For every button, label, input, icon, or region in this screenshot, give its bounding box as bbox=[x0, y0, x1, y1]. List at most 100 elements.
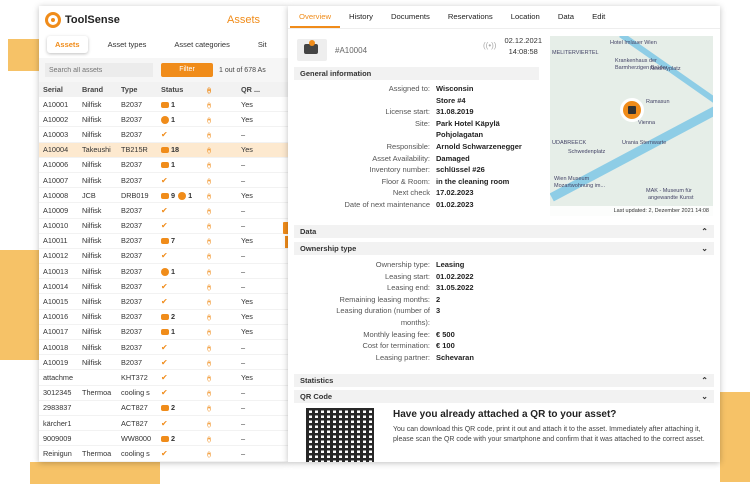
info-label: License start: bbox=[385, 107, 430, 117]
table-row[interactable]: A10007 Nilfisk B2037 ✔ (•) – bbox=[39, 172, 288, 189]
col-status[interactable]: Status bbox=[157, 82, 203, 97]
tab-edit[interactable]: Edit bbox=[583, 6, 614, 28]
qr-code-image[interactable] bbox=[306, 408, 374, 462]
cell-qr: Yes bbox=[237, 324, 288, 341]
table-row[interactable]: A10011 Nilfisk B2037 7 (•) Yes bbox=[39, 233, 288, 249]
table-row[interactable]: A10010 Nilfisk B2037 ✔ (•) – bbox=[39, 218, 288, 234]
tab-overview[interactable]: Overview bbox=[290, 6, 341, 28]
section-ownership-type[interactable]: Ownership type ⌄ bbox=[294, 242, 714, 255]
table-row[interactable]: 9009009 WW8000 2 (•) – bbox=[39, 430, 288, 447]
col-qr[interactable]: QR ... bbox=[237, 82, 288, 97]
cell-status: ✔ bbox=[157, 445, 203, 462]
filter-button[interactable]: Filter bbox=[161, 63, 213, 77]
info-label: Leasing partner: bbox=[375, 352, 430, 362]
cell-qr: Yes bbox=[237, 111, 288, 128]
cell-status: 1 bbox=[157, 157, 203, 173]
col-brand[interactable]: Brand bbox=[78, 82, 117, 97]
cell-rfid: (•) bbox=[203, 233, 237, 249]
tab-reservations[interactable]: Reservations bbox=[439, 6, 502, 28]
chevron-down-icon[interactable]: ⌄ bbox=[701, 242, 708, 255]
table-row[interactable]: Reinigun Thermoa cooling s ✔ (•) – bbox=[39, 445, 288, 462]
general-info-list: Assigned to: Wisconsin Store #4 License sta… bbox=[288, 83, 550, 223]
table-row[interactable]: A10017 Nilfisk B2037 1 (•) Yes bbox=[39, 324, 288, 341]
table-row[interactable]: A10001 Nilfisk B2037 1 (•) Yes bbox=[39, 97, 288, 113]
table-row[interactable]: A10009 Nilfisk B2037 ✔ (•) – bbox=[39, 202, 288, 219]
check-icon: ✔ bbox=[161, 221, 168, 231]
cell-rfid: (•) bbox=[203, 445, 237, 462]
chevron-down-icon[interactable]: ⌄ bbox=[701, 390, 708, 403]
rfid-icon: (•) bbox=[207, 254, 211, 261]
table-header: Serial Brand Type Status (•) QR ... bbox=[39, 82, 288, 97]
table-row[interactable]: A10014 Nilfisk B2037 ✔ (•) – bbox=[39, 278, 288, 295]
table-row[interactable]: A10018 Nilfisk B2037 ✔ (•) – bbox=[39, 339, 288, 356]
table-row[interactable]: A10002 Nilfisk B2037 1 (•) Yes bbox=[39, 111, 288, 128]
search-input[interactable] bbox=[45, 63, 153, 77]
section-data[interactable]: Data ⌃ bbox=[294, 225, 714, 238]
section-statistics[interactable]: Statistics ⌃ bbox=[294, 374, 714, 387]
map-label: MELITERVIERTEL bbox=[552, 50, 599, 56]
tab-sites[interactable]: Sit bbox=[250, 36, 275, 53]
cell-serial: A10018 bbox=[39, 339, 78, 356]
tab-location[interactable]: Location bbox=[502, 6, 549, 28]
chevron-up-icon[interactable]: ⌃ bbox=[701, 374, 708, 387]
status-count: 7 bbox=[171, 236, 176, 246]
section-qr-code[interactable]: QR Code ⌄ bbox=[294, 390, 714, 403]
tab-data[interactable]: Data bbox=[549, 6, 583, 28]
table-row[interactable]: A10015 Nilfisk B2037 ✔ (•) Yes bbox=[39, 293, 288, 310]
info-label: months): bbox=[400, 318, 430, 327]
rfid-icon: (•) bbox=[207, 193, 211, 200]
location-map[interactable]: Hotel Imlauer Wien MELITERVIERTEL Krankenh… bbox=[550, 36, 713, 216]
cell-serial: A10012 bbox=[39, 248, 78, 265]
table-row[interactable]: A10003 Nilfisk B2037 ✔ (•) – bbox=[39, 126, 288, 143]
col-rfid[interactable]: (•) bbox=[203, 82, 237, 97]
rfid-icon: (•) bbox=[207, 224, 211, 231]
cell-type: B2037 bbox=[117, 339, 157, 356]
cell-rfid: (•) bbox=[203, 157, 237, 173]
rfid-icon: (•) bbox=[207, 163, 211, 170]
cell-rfid: (•) bbox=[203, 111, 237, 128]
tab-history[interactable]: History bbox=[340, 6, 382, 28]
info-row: Leasing end: 31.05.2022 bbox=[288, 282, 474, 293]
table-row[interactable]: A10012 Nilfisk B2037 ✔ (•) – bbox=[39, 248, 288, 265]
cell-status: ✔ bbox=[157, 369, 203, 386]
rfid-icon: (•) bbox=[207, 391, 211, 398]
cell-serial: A10002 bbox=[39, 111, 78, 128]
tab-asset-types[interactable]: Asset types bbox=[100, 36, 155, 53]
asset-location-pin-icon[interactable] bbox=[620, 98, 644, 122]
cell-type: ACT827 bbox=[117, 415, 157, 432]
cell-status: 7 bbox=[157, 233, 203, 249]
info-row: Leasing duration (number of 3 bbox=[288, 305, 440, 316]
map-label: Vienna bbox=[638, 120, 656, 126]
table-row[interactable]: A10004 Takeushi TB215R 18 (•) Yes bbox=[39, 142, 288, 158]
col-serial[interactable]: Serial bbox=[39, 82, 78, 97]
info-value: Schevaran bbox=[436, 352, 474, 362]
map-label: MAK - Museum für bbox=[646, 188, 692, 194]
table-row[interactable]: A10019 Nilfisk B2037 ✔ (•) – bbox=[39, 354, 288, 371]
table-row[interactable]: kärcher1 ACT827 ✔ (•) – bbox=[39, 415, 288, 432]
tab-assets[interactable]: Assets bbox=[47, 35, 88, 53]
table-row[interactable]: attachmeThermoacooling s✔(•)– bbox=[39, 461, 288, 462]
table-row[interactable]: A10013 Nilfisk B2037 1 (•) – bbox=[39, 263, 288, 280]
table-row[interactable]: A10006 Nilfisk B2037 1 (•) – bbox=[39, 157, 288, 173]
cell-rfid: (•) bbox=[203, 430, 237, 447]
cell-qr: Yes bbox=[237, 293, 288, 310]
cell-rfid: (•) bbox=[203, 172, 237, 189]
chevron-up-icon[interactable]: ⌃ bbox=[701, 225, 708, 238]
cell-brand: Nilfisk bbox=[78, 126, 117, 143]
panel-title: Assets bbox=[226, 13, 260, 26]
cell-brand: Nilfisk bbox=[78, 248, 117, 265]
table-row[interactable]: 2983837 ACT827 2 (•) – bbox=[39, 400, 288, 416]
cell-rfid: (•) bbox=[203, 187, 237, 204]
cell-type: cooling s bbox=[117, 385, 157, 401]
table-row[interactable]: A10016 Nilfisk B2037 2 (•) Yes bbox=[39, 309, 288, 325]
tab-documents[interactable]: Documents bbox=[382, 6, 439, 28]
table-row[interactable]: A10008 JCB DRB019 9 1 (•) Yes bbox=[39, 187, 288, 204]
table-row[interactable]: 3012345 Thermoa cooling s ✔ (•) – bbox=[39, 385, 288, 401]
cell-rfid: (•) bbox=[203, 248, 237, 265]
decor-shape-bottom bbox=[30, 462, 160, 484]
tab-asset-categories[interactable]: Asset categories bbox=[166, 36, 237, 53]
cell-serial: A10017 bbox=[39, 324, 78, 341]
table-row[interactable]: attachme KHT372 ✔ (•) Yes bbox=[39, 369, 288, 386]
col-type[interactable]: Type bbox=[117, 82, 157, 97]
check-icon: ✔ bbox=[161, 372, 168, 382]
